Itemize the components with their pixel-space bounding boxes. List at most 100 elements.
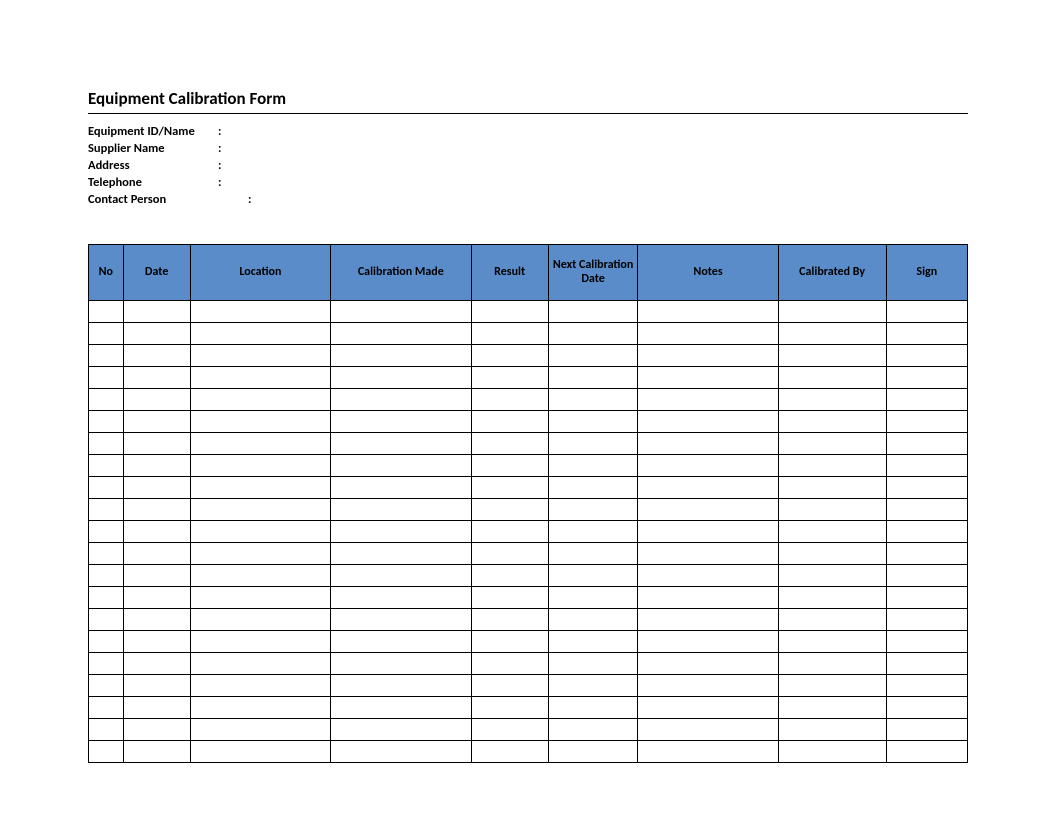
table-cell	[886, 367, 967, 389]
table-row	[89, 477, 968, 499]
table-cell	[190, 543, 330, 565]
table-cell	[471, 543, 548, 565]
table-cell	[190, 631, 330, 653]
meta-row-equipment-id: Equipment ID/Name :	[88, 124, 968, 141]
table-head: No Date Location Calibration Made Result…	[89, 245, 968, 301]
table-cell	[123, 477, 190, 499]
table-cell	[331, 653, 471, 675]
table-cell	[471, 477, 548, 499]
table-cell	[89, 565, 124, 587]
table-cell	[123, 609, 190, 631]
meta-row-telephone: Telephone :	[88, 175, 968, 192]
table-cell	[331, 675, 471, 697]
table-cell	[778, 345, 886, 367]
table-cell	[190, 367, 330, 389]
table-cell	[123, 521, 190, 543]
table-cell	[778, 499, 886, 521]
table-cell	[123, 719, 190, 741]
col-header-calibration-made: Calibration Made	[331, 245, 471, 301]
table-cell	[331, 609, 471, 631]
table-row	[89, 455, 968, 477]
table-cell	[778, 521, 886, 543]
table-cell	[548, 455, 638, 477]
table-cell	[331, 411, 471, 433]
table-cell	[471, 433, 548, 455]
table-cell	[548, 323, 638, 345]
table-row	[89, 521, 968, 543]
table-cell	[886, 301, 967, 323]
calibration-table: No Date Location Calibration Made Result…	[88, 244, 968, 763]
table-cell	[123, 587, 190, 609]
table-cell	[778, 433, 886, 455]
table-cell	[190, 609, 330, 631]
table-cell	[190, 389, 330, 411]
table-cell	[89, 367, 124, 389]
table-cell	[638, 367, 778, 389]
table-cell	[638, 543, 778, 565]
table-cell	[548, 653, 638, 675]
table-cell	[548, 411, 638, 433]
table-cell	[89, 609, 124, 631]
table-cell	[89, 521, 124, 543]
form-title: Equipment Calibration Form	[88, 88, 968, 114]
table-cell	[471, 675, 548, 697]
col-header-location: Location	[190, 245, 330, 301]
table-cell	[548, 345, 638, 367]
table-cell	[886, 565, 967, 587]
table-cell	[471, 521, 548, 543]
table-cell	[886, 499, 967, 521]
table-cell	[190, 521, 330, 543]
meta-value	[258, 192, 968, 209]
table-cell	[123, 367, 190, 389]
table-cell	[331, 565, 471, 587]
meta-colon: :	[218, 158, 228, 175]
table-cell	[89, 389, 124, 411]
table-row	[89, 411, 968, 433]
table-cell	[638, 741, 778, 763]
table-cell	[778, 697, 886, 719]
meta-label: Equipment ID/Name	[88, 124, 218, 141]
table-cell	[886, 587, 967, 609]
table-row	[89, 741, 968, 763]
table-body	[89, 301, 968, 763]
table-cell	[638, 433, 778, 455]
table-row	[89, 367, 968, 389]
table-cell	[886, 697, 967, 719]
table-cell	[89, 345, 124, 367]
table-cell	[778, 631, 886, 653]
table-cell	[886, 675, 967, 697]
table-row	[89, 675, 968, 697]
table-cell	[89, 433, 124, 455]
table-cell	[190, 301, 330, 323]
table-cell	[778, 719, 886, 741]
table-cell	[886, 653, 967, 675]
meta-block: Equipment ID/Name : Supplier Name : Addr…	[88, 124, 968, 208]
table-cell	[548, 609, 638, 631]
table-cell	[190, 411, 330, 433]
table-cell	[471, 653, 548, 675]
table-row	[89, 301, 968, 323]
table-cell	[331, 345, 471, 367]
table-cell	[778, 543, 886, 565]
table-cell	[778, 389, 886, 411]
meta-colon: :	[218, 124, 228, 141]
table-cell	[190, 455, 330, 477]
table-cell	[886, 521, 967, 543]
table-row	[89, 697, 968, 719]
table-cell	[190, 719, 330, 741]
table-cell	[123, 455, 190, 477]
table-cell	[123, 499, 190, 521]
table-cell	[190, 323, 330, 345]
meta-colon: :	[218, 175, 228, 192]
col-header-sign: Sign	[886, 245, 967, 301]
table-cell	[123, 389, 190, 411]
table-cell	[471, 367, 548, 389]
table-cell	[123, 565, 190, 587]
table-cell	[548, 697, 638, 719]
table-cell	[638, 345, 778, 367]
table-row	[89, 499, 968, 521]
table-cell	[331, 323, 471, 345]
table-cell	[331, 455, 471, 477]
table-cell	[89, 631, 124, 653]
table-cell	[331, 741, 471, 763]
